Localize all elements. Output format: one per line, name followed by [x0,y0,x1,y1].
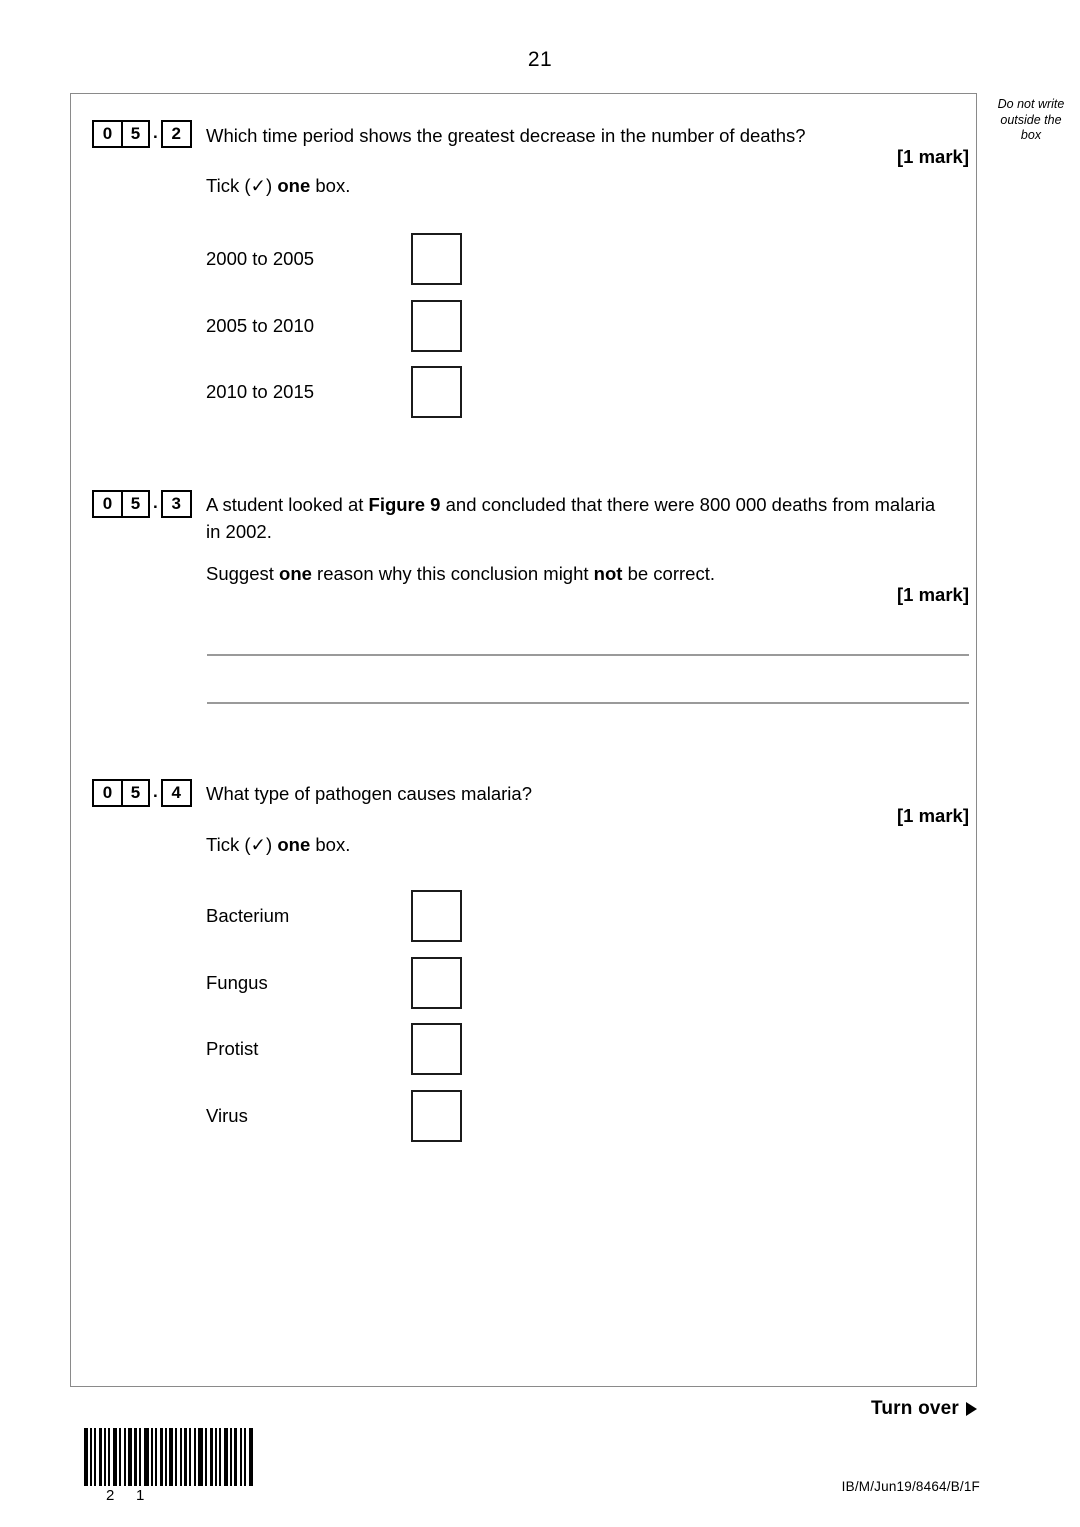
checkbox-bacterium[interactable] [411,890,462,942]
option-row-2000-2005[interactable]: 2000 to 2005 [206,233,462,285]
barcode: 2 1 [84,1428,253,1507]
checkbox-protist[interactable] [411,1023,462,1075]
question-sub-digit: 2 [171,124,181,143]
question-digit-0: 0 [102,124,113,143]
option-row-fungus[interactable]: Fungus [206,957,462,1009]
question-digit-5: 5 [121,122,148,146]
tick-instruction-suffix: box. [310,175,351,196]
option-row-2010-2015[interactable]: 2010 to 2015 [206,366,462,418]
question-05-3-marks: [1 mark] [897,584,969,605]
tick-instruction-prefix: Tick ( [206,175,251,196]
turn-over-label: Turn over [870,1398,959,1419]
checkbox-2000-2005[interactable] [411,233,462,285]
checkbox-2005-2010[interactable] [411,300,462,352]
question-05-2-marks: [1 mark] [897,146,969,167]
option-label-2005-2010: 2005 to 2010 [206,315,315,336]
question-number-dot: . [153,123,158,142]
tick-instruction-emphasis: one [277,175,311,196]
question-05-4-tick-instruction: Tick (✓) one box. [206,831,706,858]
suggest-mid: reason why this conclusion might [311,563,594,584]
checkbox-2010-2015[interactable] [411,366,462,418]
barcode-digits: 2 1 [84,1487,194,1507]
suggest-suffix: be correct. [622,563,715,584]
margin-note: Do not write outside the box [985,97,1077,144]
option-label-bacterium: Bacterium [206,905,290,926]
page-number: 21 [527,48,553,71]
triangle-right-icon [966,1402,977,1416]
question-number-sub-box: 3 [160,490,192,518]
option-label-protist: Protist [206,1038,259,1059]
question-number-05-3: 0 5 . 3 [92,490,192,518]
answer-line-1[interactable] [207,654,969,656]
option-label-virus: Virus [206,1105,248,1126]
question-number-main-digits: 0 5 [92,490,150,518]
question-05-3-instruction: Suggest one reason why this conclusion m… [206,560,941,587]
tick-instruction-emphasis: one [277,834,311,855]
tick-instruction-mid: ) [266,175,278,196]
suggest-emphasis-one: one [279,563,312,584]
option-label-fungus: Fungus [206,972,268,993]
margin-note-line-2: outside the [1000,112,1062,127]
checkbox-virus[interactable] [411,1090,462,1142]
barcode-digit-left: 2 [106,1487,115,1504]
question-05-3-prompt: A student looked at Figure 9 and conclud… [206,491,941,545]
suggest-emphasis-not: not [593,563,623,584]
margin-note-line-3: box [1020,128,1042,142]
question-05-4-marks: [1 mark] [897,805,969,826]
question-number-05-2: 0 5 . 2 [92,120,192,148]
question-number-dot: . [153,493,158,512]
question-number-sub-box: 4 [160,779,192,807]
option-label-2000-2005: 2000 to 2005 [206,248,315,269]
question-content-box [70,93,977,1387]
option-row-2005-2010[interactable]: 2005 to 2010 [206,300,462,352]
question-number-05-4: 0 5 . 4 [92,779,192,807]
checkbox-fungus[interactable] [411,957,462,1009]
answer-line-2[interactable] [207,702,969,704]
turn-over-indicator: Turn over [871,1398,977,1420]
question-number-main-digits: 0 5 [92,120,150,148]
tick-icon: ✓ [250,834,267,855]
margin-note-line-1: Do not write [997,97,1065,111]
option-row-protist[interactable]: Protist [206,1023,462,1075]
question-number-sub-box: 2 [160,120,192,148]
question-number-dot: . [153,782,158,801]
tick-icon: ✓ [250,175,267,196]
tick-instruction-suffix: box. [310,834,351,855]
question-05-2-tick-instruction: Tick (✓) one box. [206,172,706,199]
question-sub-digit: 4 [171,783,181,802]
question-05-3-prompt-part1: A student looked at [206,494,369,515]
question-digit-0: 0 [102,494,113,513]
barcode-bars [84,1428,253,1486]
question-digit-0: 0 [102,783,113,802]
question-05-2-prompt: Which time period shows the greatest dec… [206,125,806,146]
tick-instruction-prefix: Tick ( [206,834,251,855]
document-code: IB/M/Jun19/8464/B/1F [841,1479,980,1494]
option-row-virus[interactable]: Virus [206,1090,462,1142]
question-number-main-digits: 0 5 [92,779,150,807]
tick-instruction-mid: ) [266,834,278,855]
option-row-bacterium[interactable]: Bacterium [206,890,462,942]
option-label-2010-2015: 2010 to 2015 [206,381,315,402]
question-digit-5: 5 [121,492,148,516]
question-05-4-prompt: What type of pathogen causes malaria? [206,783,532,804]
question-digit-5: 5 [121,781,148,805]
figure-reference: Figure 9 [368,494,441,515]
barcode-digit-right: 1 [136,1487,145,1504]
question-sub-digit: 3 [171,494,181,513]
suggest-prefix: Suggest [206,563,280,584]
